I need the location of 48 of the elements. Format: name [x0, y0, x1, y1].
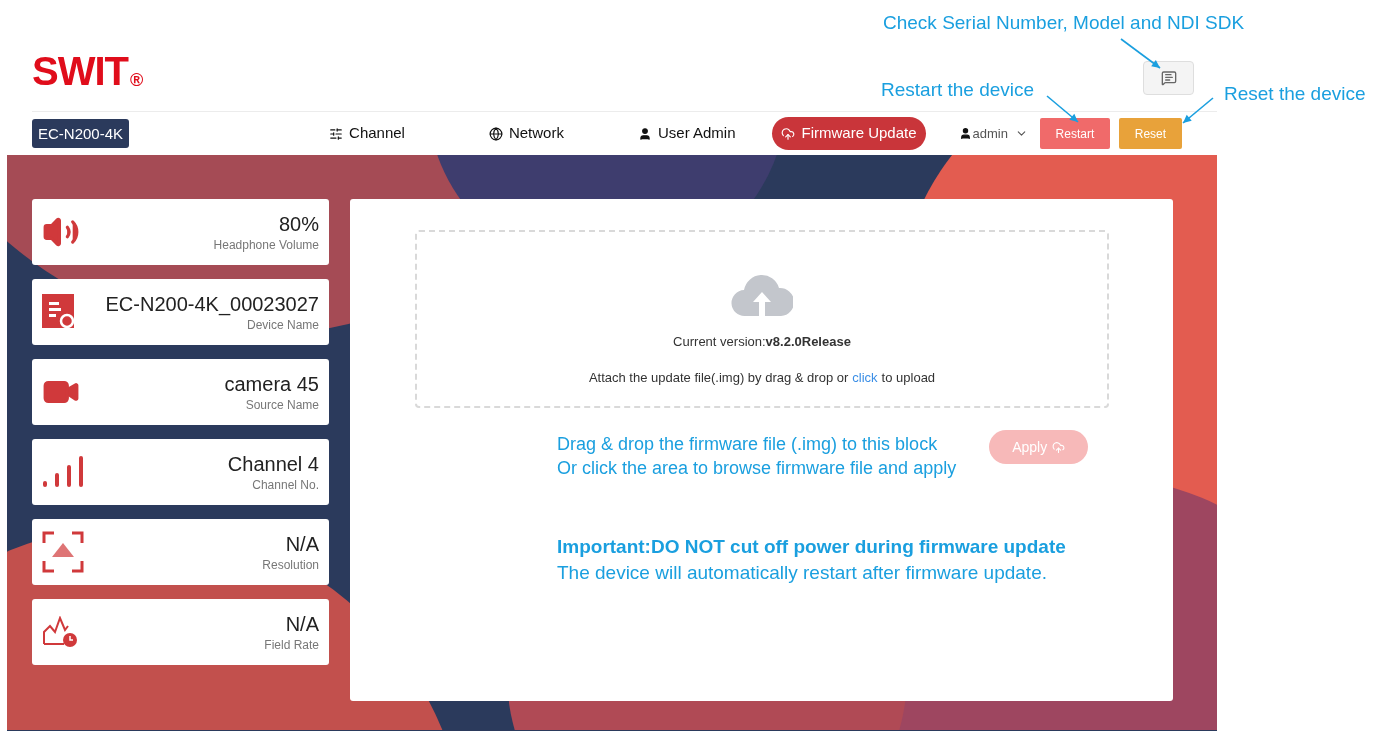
message-icon — [1160, 70, 1177, 86]
user-icon — [958, 127, 972, 140]
drop-zone[interactable]: Current version:v8.2.0Release Attach the update file(.img) by drag & drop or click to upload — [415, 230, 1109, 408]
sliders-icon — [329, 126, 344, 141]
user-menu[interactable]: admin — [958, 123, 1028, 144]
apply-button: Apply — [989, 430, 1089, 464]
callout-text: Reset the device — [1224, 82, 1366, 106]
callout-text: Check Serial Number, Model and NDI SDK — [883, 11, 1245, 35]
resolution-frame-icon — [42, 531, 84, 573]
logo: SWIT® — [32, 51, 144, 95]
current-version: Current version:v8.2.0Release — [673, 333, 851, 351]
stat-label: Headphone Volume — [213, 237, 319, 253]
warning-title: Important:DO NOT cut off power during firmware update — [557, 535, 1067, 559]
cloud-upload-icon — [1052, 440, 1066, 454]
stat-label: Channel No. — [252, 477, 319, 493]
stat-value: EC-N200-4K_00023027 — [105, 292, 319, 317]
stat-label: Field Rate — [264, 637, 319, 653]
device-badge: EC-N200-4K — [32, 119, 130, 148]
user-icon — [637, 126, 652, 141]
warning-text: The device will automatically restart after firmware update. — [557, 561, 1048, 585]
nav-tab[interactable]: User Admin — [637, 117, 736, 150]
callout-arrow — [1120, 38, 1161, 69]
nav-tab[interactable]: Network — [488, 117, 564, 150]
stat-value: 80% — [278, 212, 319, 237]
stat-label: Resolution — [262, 557, 319, 573]
signal-bars-icon — [42, 455, 84, 489]
callout-arrow — [1046, 95, 1079, 123]
stat-label: Source Name — [245, 397, 319, 413]
drop-note: Drag & drop the firmware file (.img) to this block — [557, 433, 939, 456]
globe-icon — [488, 126, 503, 141]
info-button[interactable] — [1143, 61, 1194, 95]
stat-label: Device Name — [246, 317, 319, 333]
chart-clock-icon — [42, 616, 78, 648]
stat-value: Channel 4 — [227, 452, 319, 477]
stat-value: N/A — [285, 532, 319, 557]
nav-tab[interactable]: Channel — [329, 117, 405, 150]
upload-hint: Attach the update file(.img) by drag & drop or — [588, 368, 849, 387]
stat-value: N/A — [285, 612, 319, 637]
upload-hint: to upload — [881, 368, 936, 387]
cloud-upload-icon — [781, 126, 796, 141]
callout-arrow — [1182, 97, 1214, 124]
cloud-upload-icon — [731, 272, 793, 318]
callout-text: Restart the device — [881, 78, 1035, 102]
nav-tab[interactable]: Firmware Update — [772, 117, 926, 150]
browse-link[interactable]: click — [852, 367, 878, 387]
document-search-icon — [42, 294, 76, 330]
stat-value: camera 45 — [224, 372, 319, 397]
drop-note: Or click the area to browse firmware file and apply — [557, 457, 957, 480]
